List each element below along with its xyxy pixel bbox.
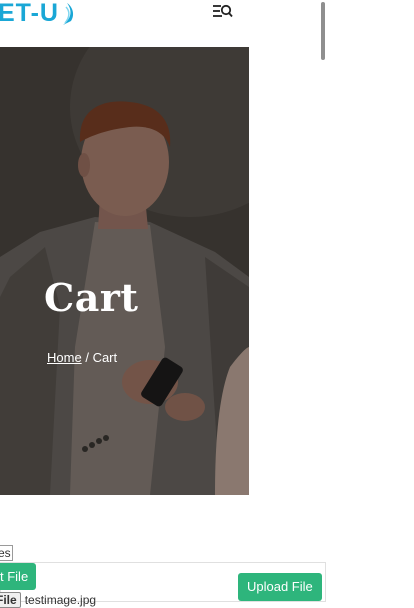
file-input-row: e File testimage.jpg	[0, 592, 96, 608]
logo-text: ET-U	[0, 0, 59, 27]
page-title: Cart	[44, 275, 139, 320]
breadcrumb-current: Cart	[92, 350, 118, 365]
hero-background-image	[0, 47, 249, 495]
files-label: es	[0, 545, 13, 561]
scrollbar[interactable]	[321, 2, 325, 60]
breadcrumb-home-link[interactable]: Home	[47, 350, 82, 365]
selected-file-name: testimage.jpg	[24, 593, 97, 607]
choose-file-button[interactable]: e File	[0, 592, 21, 608]
menu-toggle-button[interactable]	[212, 2, 234, 20]
site-logo[interactable]: ET-U	[0, 0, 75, 30]
upload-file-button[interactable]: Upload File	[238, 573, 322, 601]
breadcrumb: Home / Cart	[47, 350, 117, 365]
wave-logo-icon	[62, 3, 74, 25]
menu-search-icon	[213, 4, 233, 18]
hero-banner: Cart Home / Cart	[0, 47, 249, 495]
select-file-button[interactable]: t File	[0, 563, 37, 590]
breadcrumb-separator: /	[85, 350, 89, 365]
